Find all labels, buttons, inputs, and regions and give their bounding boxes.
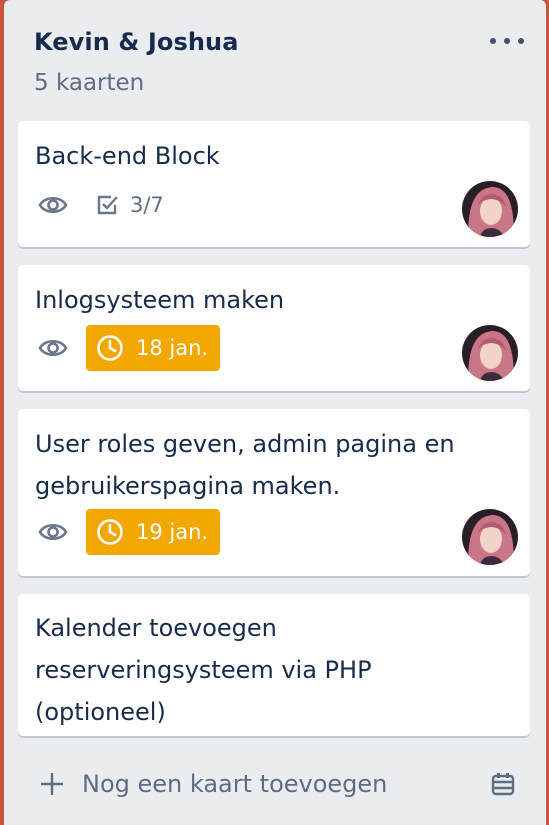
- card-template-button[interactable]: [490, 772, 516, 798]
- member-avatar[interactable]: [462, 181, 518, 237]
- card-badges: 3/7: [38, 183, 164, 227]
- member-avatar[interactable]: [462, 325, 518, 381]
- eye-icon: [38, 193, 68, 217]
- due-date-badge[interactable]: 18 jan.: [86, 325, 221, 371]
- card-title: User roles geven, admin pagina en gebrui…: [35, 430, 455, 500]
- checklist-badge: 3/7: [96, 193, 164, 217]
- card-kalender[interactable]: Kalender toevoegen reserveringsysteem vi…: [18, 594, 530, 736]
- plus-icon: [41, 773, 63, 795]
- list-title[interactable]: Kevin & Joshua: [34, 28, 239, 56]
- clock-icon: [97, 335, 123, 361]
- clock-icon: [97, 519, 123, 545]
- add-card-button[interactable]: Nog een kaart toevoegen: [40, 770, 387, 798]
- card-user-roles[interactable]: User roles geven, admin pagina en gebrui…: [18, 409, 530, 576]
- eye-icon: [38, 520, 68, 544]
- member-avatar[interactable]: [462, 509, 518, 565]
- list-header: Kevin & Joshua 5 kaarten: [4, 0, 546, 118]
- due-date-badge[interactable]: 19 jan.: [86, 509, 221, 555]
- card-badges: 18 jan.: [38, 325, 221, 371]
- checklist-count: 3/7: [130, 193, 164, 217]
- card-title: Kalender toevoegen reserveringsysteem vi…: [35, 614, 372, 726]
- list-card-count: 5 kaarten: [34, 70, 145, 96]
- more-horizontal-icon: [490, 38, 496, 44]
- card-title: Back-end Block: [35, 142, 220, 170]
- card-template-icon: [491, 773, 515, 796]
- due-date-label: 18 jan.: [136, 336, 209, 360]
- card-back-end-block[interactable]: Back-end Block 3/7: [18, 121, 530, 247]
- card-inlogsysteem[interactable]: Inlogsysteem maken 18 jan.: [18, 265, 530, 391]
- add-card-label: Nog een kaart toevoegen: [82, 770, 388, 798]
- checklist-icon: [97, 195, 118, 215]
- due-date-label: 19 jan.: [136, 520, 209, 544]
- card-title: Inlogsysteem maken: [35, 286, 285, 314]
- more-horizontal-icon: [518, 38, 524, 44]
- eye-icon: [38, 336, 68, 360]
- list-menu-button[interactable]: [490, 30, 524, 52]
- more-horizontal-icon: [504, 38, 510, 44]
- list-column: Kevin & Joshua 5 kaarten Back-end Block …: [4, 0, 546, 825]
- card-badges: 19 jan.: [38, 509, 221, 555]
